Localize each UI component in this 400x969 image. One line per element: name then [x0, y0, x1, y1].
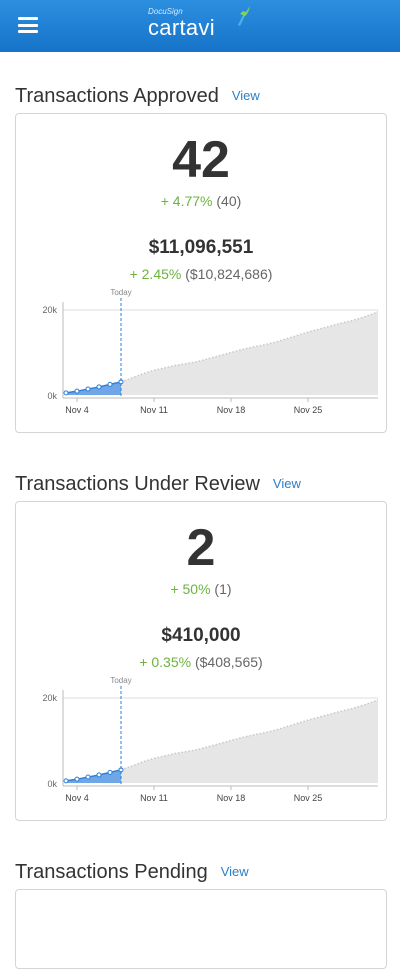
- amount-delta-pct: + 0.35%: [139, 654, 192, 670]
- x-tick-label: Nov 11: [140, 405, 168, 414]
- x-tick-label: Nov 4: [65, 793, 89, 802]
- amount-prev: ($10,824,686): [185, 266, 273, 282]
- data-point: [85, 386, 91, 392]
- count-delta: + 4.77% (40): [16, 193, 386, 209]
- count-delta: + 50% (1): [16, 581, 386, 597]
- logo-main-text: cartavi: [148, 15, 215, 40]
- data-point: [63, 778, 69, 784]
- amount-delta: + 0.35% ($408,565): [16, 654, 386, 670]
- data-point: [96, 384, 102, 390]
- x-tick-label: Nov 18: [217, 793, 246, 802]
- view-link[interactable]: View: [221, 864, 249, 879]
- count-prev: (1): [214, 581, 232, 597]
- view-link[interactable]: View: [232, 88, 260, 103]
- section-title: Transactions Approved View: [15, 85, 260, 108]
- future-area: [121, 311, 378, 395]
- view-link[interactable]: View: [273, 476, 301, 491]
- data-point: [74, 776, 80, 782]
- x-tick-label: Nov 4: [65, 405, 89, 414]
- future-area: [121, 699, 378, 783]
- today-label: Today: [110, 288, 131, 297]
- y-tick-label: 20k: [42, 305, 57, 315]
- today-label: Today: [110, 676, 131, 685]
- data-point: [63, 390, 69, 396]
- summary-card: 42 + 4.77% (40) $11,096,551 + 2.45% ($10…: [15, 113, 387, 433]
- section-title-text: Transactions Approved: [15, 85, 219, 107]
- x-tick-label: Nov 25: [294, 793, 323, 802]
- y-tick-label: 20k: [42, 693, 57, 703]
- x-tick-label: Nov 18: [217, 405, 246, 414]
- top-bar: DocuSign cartavi: [0, 0, 400, 52]
- summary-card: 2 + 50% (1) $410,000 + 0.35% ($408,565) …: [15, 501, 387, 821]
- section-title: Transactions Under Review View: [15, 473, 301, 496]
- data-point: [107, 769, 113, 775]
- x-tick-label: Nov 25: [294, 405, 323, 414]
- section-title-text: Transactions Under Review: [15, 473, 260, 495]
- amount-value: $11,096,551: [148, 237, 254, 258]
- count-delta-pct: + 4.77%: [160, 193, 213, 209]
- hamburger-menu-icon[interactable]: [18, 17, 38, 33]
- trend-chart: 20k 0k Today Nov 4 Nov 11 Nov 18 Nov 25: [42, 676, 378, 802]
- count-delta-pct: + 50%: [170, 581, 211, 597]
- data-point: [74, 388, 80, 394]
- data-point: [107, 381, 113, 387]
- y-tick-label: 0k: [47, 779, 57, 789]
- count-value: 42: [172, 131, 230, 189]
- amount-delta: + 2.45% ($10,824,686): [16, 266, 386, 282]
- section-title: Transactions Pending View: [15, 861, 249, 884]
- summary-card: [15, 889, 387, 969]
- data-point: [85, 774, 91, 780]
- amount-prev: ($408,565): [194, 654, 263, 670]
- cartavi-logo: DocuSign cartavi: [148, 5, 258, 45]
- y-tick-label: 0k: [47, 391, 57, 401]
- section-title-text: Transactions Pending: [15, 861, 208, 883]
- trend-chart: 20k 0k Today Nov 4 Nov 11 Nov 18 Nov 25: [42, 288, 378, 414]
- amount-value: $410,000: [161, 625, 241, 646]
- hummingbird-icon: [238, 6, 250, 26]
- count-value: 2: [186, 519, 216, 577]
- data-point: [96, 772, 102, 778]
- x-tick-label: Nov 11: [140, 793, 168, 802]
- amount-delta-pct: + 2.45%: [129, 266, 182, 282]
- count-prev: (40): [216, 193, 242, 209]
